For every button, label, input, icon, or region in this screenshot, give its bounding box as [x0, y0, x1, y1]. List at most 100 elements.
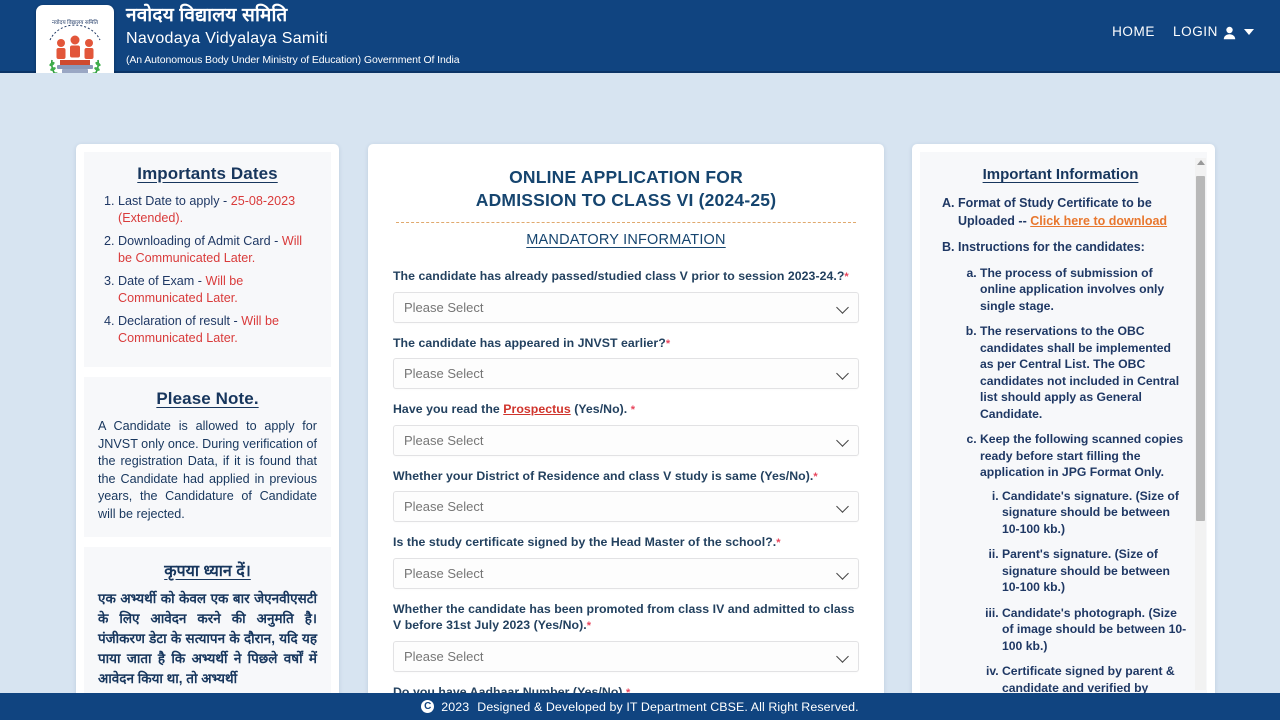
- header-title-group: नवोदय विद्यालय समिति Navodaya Vidyalaya …: [126, 4, 460, 68]
- information-list: Format of Study Certificate to be Upload…: [934, 195, 1187, 696]
- instructions-heading: Instructions for the candidates:: [958, 240, 1145, 254]
- list-item: Candidate's signature. (Size of signatur…: [1002, 488, 1187, 538]
- field-label: The candidate has appeared in JNVST earl…: [393, 335, 859, 353]
- field-label-text: Have you read the: [393, 402, 504, 416]
- please-note-body: A Candidate is allowed to apply for JNVS…: [98, 419, 317, 521]
- date-label: Declaration of result -: [118, 314, 242, 328]
- page-body: Importants Dates Last Date to apply - 25…: [0, 73, 1280, 704]
- important-information-heading: Important Information: [982, 166, 1139, 183]
- form-title-line1: ONLINE APPLICATION FOR: [509, 167, 743, 187]
- select-value: Please Select: [404, 366, 484, 381]
- form-field: Have you read the Prospectus (Yes/No). *…: [393, 401, 859, 456]
- svg-text:नवोदय विद्यालय समिति: नवोदय विद्यालय समिति: [52, 19, 99, 26]
- form-field: Is the study certificate signed by the H…: [393, 534, 859, 589]
- mandatory-information-heading: MANDATORY INFORMATION: [526, 232, 726, 248]
- date-label: Downloading of Admit Card -: [118, 234, 282, 248]
- required-marker: *: [630, 404, 636, 416]
- required-marker: *: [844, 271, 849, 283]
- list-item: Parent's signature. (Size of signature s…: [1002, 546, 1187, 596]
- list-item: Keep the following scanned copies ready …: [980, 431, 1187, 696]
- nav-home-link[interactable]: HOME: [1112, 24, 1155, 39]
- list-item: The process of submission of online appl…: [980, 265, 1187, 315]
- list-item: Last Date to apply - 25-08-2023 (Extende…: [118, 193, 317, 227]
- select-passed-class-v[interactable]: Please Select: [393, 291, 859, 323]
- select-certificate-signed-headmaster[interactable]: Please Select: [393, 557, 859, 589]
- chevron-down-icon: [836, 500, 849, 513]
- instructions-list: The process of submission of online appl…: [958, 265, 1187, 697]
- please-note-heading: Please Note.: [156, 389, 259, 408]
- select-appeared-jnvst-earlier[interactable]: Please Select: [393, 358, 859, 389]
- required-marker: *: [776, 537, 781, 549]
- select-district-same[interactable]: Please Select: [393, 491, 859, 522]
- hindi-note-heading: कृपया ध्यान दें।: [164, 563, 251, 580]
- field-label: Whether the candidate has been promoted …: [393, 601, 859, 635]
- scrollbar-thumb[interactable]: [1196, 176, 1205, 521]
- select-read-prospectus[interactable]: Please Select: [393, 424, 859, 456]
- select-promoted-class-iv[interactable]: Please Select: [393, 640, 859, 672]
- nav-login-label: LOGIN: [1172, 24, 1218, 39]
- chevron-down-icon: [836, 367, 849, 380]
- divider: [396, 222, 856, 223]
- hindi-note-panel: कृपया ध्यान दें। एक अभ्यर्थी को केवल एक …: [84, 547, 331, 703]
- main-navigation: HOME LOGIN: [1112, 24, 1254, 39]
- important-dates-heading: Importants Dates: [137, 164, 278, 183]
- site-title-hindi: नवोदय विद्यालय समिति: [126, 5, 288, 26]
- field-label-text: The candidate has appeared in JNVST earl…: [393, 335, 666, 350]
- required-marker: *: [665, 337, 671, 350]
- footer-text: Designed & Developed by IT Department CB…: [477, 699, 859, 714]
- select-value: Please Select: [404, 648, 484, 664]
- date-label: Date of Exam -: [118, 274, 206, 288]
- user-icon: [1223, 26, 1236, 40]
- list-item: Candidate's photograph. (Size of image s…: [1002, 605, 1187, 655]
- select-value: Please Select: [404, 565, 484, 581]
- form-field: Whether your District of Residence and c…: [393, 468, 859, 522]
- form-field: Whether the candidate has been promoted …: [393, 601, 859, 672]
- form-field: The candidate has already passed/studied…: [393, 268, 859, 323]
- download-certificate-link[interactable]: Click here to download: [1030, 214, 1167, 228]
- select-value: Please Select: [404, 432, 484, 448]
- field-label-text: Whether the candidate has been promoted …: [393, 601, 855, 633]
- footer-year: 2023: [441, 699, 470, 714]
- select-value: Please Select: [404, 499, 484, 514]
- left-sidebar-card: Importants Dates Last Date to apply - 25…: [76, 144, 339, 704]
- required-marker: *: [813, 470, 818, 483]
- date-label: Last Date to apply -: [118, 194, 231, 208]
- list-item: Format of Study Certificate to be Upload…: [958, 195, 1187, 230]
- list-item: The reservations to the OBC candidates s…: [980, 323, 1187, 422]
- chevron-down-icon: [836, 300, 849, 314]
- field-label: The candidate has already passed/studied…: [393, 268, 859, 286]
- field-label-text-post: (Yes/No).: [570, 402, 631, 416]
- important-information-card: Important Information Format of Study Ce…: [912, 144, 1215, 704]
- vertical-scrollbar[interactable]: [1195, 158, 1206, 690]
- form-title-line2: ADMISSION TO CLASS VI (2024-25): [475, 190, 777, 210]
- important-dates-list: Last Date to apply - 25-08-2023 (Extende…: [98, 193, 317, 347]
- chevron-down-icon: [836, 649, 849, 663]
- form-field: The candidate has appeared in JNVST earl…: [393, 335, 859, 389]
- field-label-text: The candidate has already passed/studied…: [393, 269, 845, 283]
- list-item: Date of Exam - Will be Communicated Late…: [118, 273, 317, 307]
- copyright-icon: C: [421, 700, 435, 713]
- select-value: Please Select: [404, 299, 484, 315]
- nav-login-link[interactable]: LOGIN: [1173, 24, 1254, 39]
- list-item: Certificate signed by parent & candidate…: [1002, 663, 1187, 696]
- application-form-card: ONLINE APPLICATION FOR ADMISSION TO CLAS…: [368, 144, 884, 704]
- list-item: Instructions for the candidates: The pro…: [958, 239, 1187, 696]
- site-header: नवोदय विद्यालय समिति Navodaya Vidyalaya …: [0, 0, 1280, 73]
- chevron-down-icon: [836, 566, 849, 580]
- field-label-text: Is the study certificate signed by the H…: [393, 535, 777, 549]
- site-footer: C 2023 Designed & Developed by IT Depart…: [0, 693, 1280, 720]
- scanned-copies-list: Candidate's signature. (Size of signatur…: [980, 488, 1187, 697]
- form-scroll-region[interactable]: ONLINE APPLICATION FOR ADMISSION TO CLAS…: [368, 148, 884, 704]
- required-marker: *: [586, 620, 592, 632]
- important-dates-panel: Importants Dates Last Date to apply - 25…: [84, 152, 331, 367]
- chevron-down-icon: [836, 433, 849, 447]
- scanned-copies-text: Keep the following scanned copies ready …: [980, 432, 1184, 479]
- scroll-up-arrow-icon[interactable]: [1197, 160, 1205, 165]
- hindi-note-body: एक अभ्यर्थी को केवल एक बार जेएनवीएसटी के…: [98, 591, 317, 686]
- site-title-english: Navodaya Vidyalaya Samiti: [126, 30, 328, 47]
- prospectus-link[interactable]: Prospectus: [503, 402, 570, 416]
- field-label: Have you read the Prospectus (Yes/No). *: [393, 401, 859, 419]
- chevron-down-icon: [1244, 28, 1254, 35]
- list-item: Downloading of Admit Card - Will be Comm…: [118, 233, 317, 267]
- please-note-panel: Please Note. A Candidate is allowed to a…: [84, 377, 331, 537]
